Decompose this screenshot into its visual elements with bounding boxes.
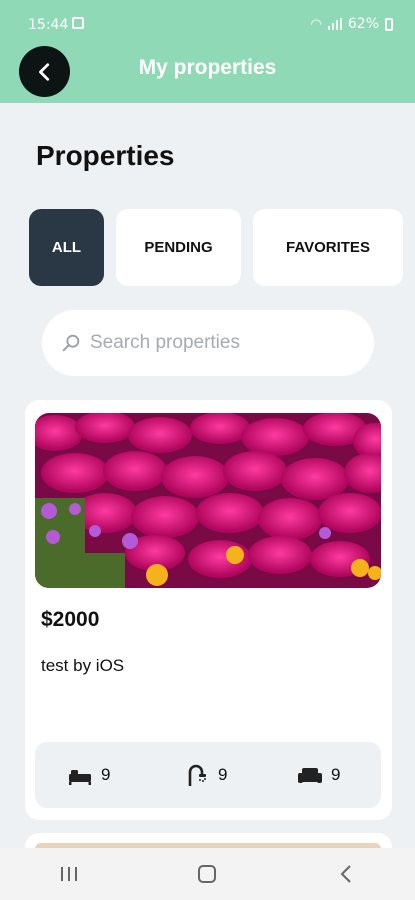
bed-icon	[69, 770, 91, 785]
battery-label: 62%	[347, 16, 379, 32]
status-time: 15:44	[28, 17, 69, 33]
bathrooms-count: 9	[218, 765, 228, 784]
pink-flowers-photo	[35, 413, 381, 588]
property-description: test by iOS	[41, 656, 125, 675]
gallery-icon	[72, 17, 84, 29]
property-photo[interactable]	[35, 413, 381, 588]
bedrooms-count: 9	[101, 765, 111, 784]
property-price: $2000	[41, 608, 100, 631]
living-rooms-feature: 9	[297, 762, 340, 788]
status-bar: 15:44 ◠ 62%	[0, 0, 415, 48]
living-rooms-count: 9	[331, 765, 341, 784]
header-title: My properties	[138, 56, 277, 79]
system-nav-bar	[0, 848, 415, 900]
shower-icon	[188, 764, 206, 786]
wifi-icon: ◠	[310, 16, 322, 32]
recent-apps-icon	[61, 867, 78, 881]
bathrooms-feature: 9	[184, 762, 227, 788]
status-icons: ◠ 62%	[311, 16, 393, 32]
home-button[interactable]	[177, 854, 237, 894]
property-features: 9 9 9	[35, 742, 381, 808]
page-title: Properties	[36, 140, 175, 171]
system-back-button[interactable]	[316, 854, 376, 894]
tab-pending[interactable]: PENDING	[116, 209, 241, 286]
search-icon	[62, 334, 80, 352]
search-bar[interactable]	[42, 310, 374, 376]
sofa-icon	[298, 768, 322, 783]
bedrooms-feature: 9	[67, 762, 110, 788]
chevron-left-icon	[340, 865, 351, 883]
battery-icon	[385, 17, 393, 31]
filter-tabs: ALL PENDING FAVORITES	[29, 209, 415, 286]
signal-icon	[327, 18, 342, 30]
search-input[interactable]	[90, 324, 360, 362]
tab-favorites[interactable]: FAVORITES	[253, 209, 403, 286]
property-card[interactable]: $2000 test by iOS 9 9 9	[25, 400, 392, 820]
recent-apps-button[interactable]	[39, 854, 99, 894]
app-header: 15:44 ◠ 62% My properties	[0, 0, 415, 103]
home-icon	[198, 865, 217, 883]
tab-all[interactable]: ALL	[29, 209, 104, 286]
